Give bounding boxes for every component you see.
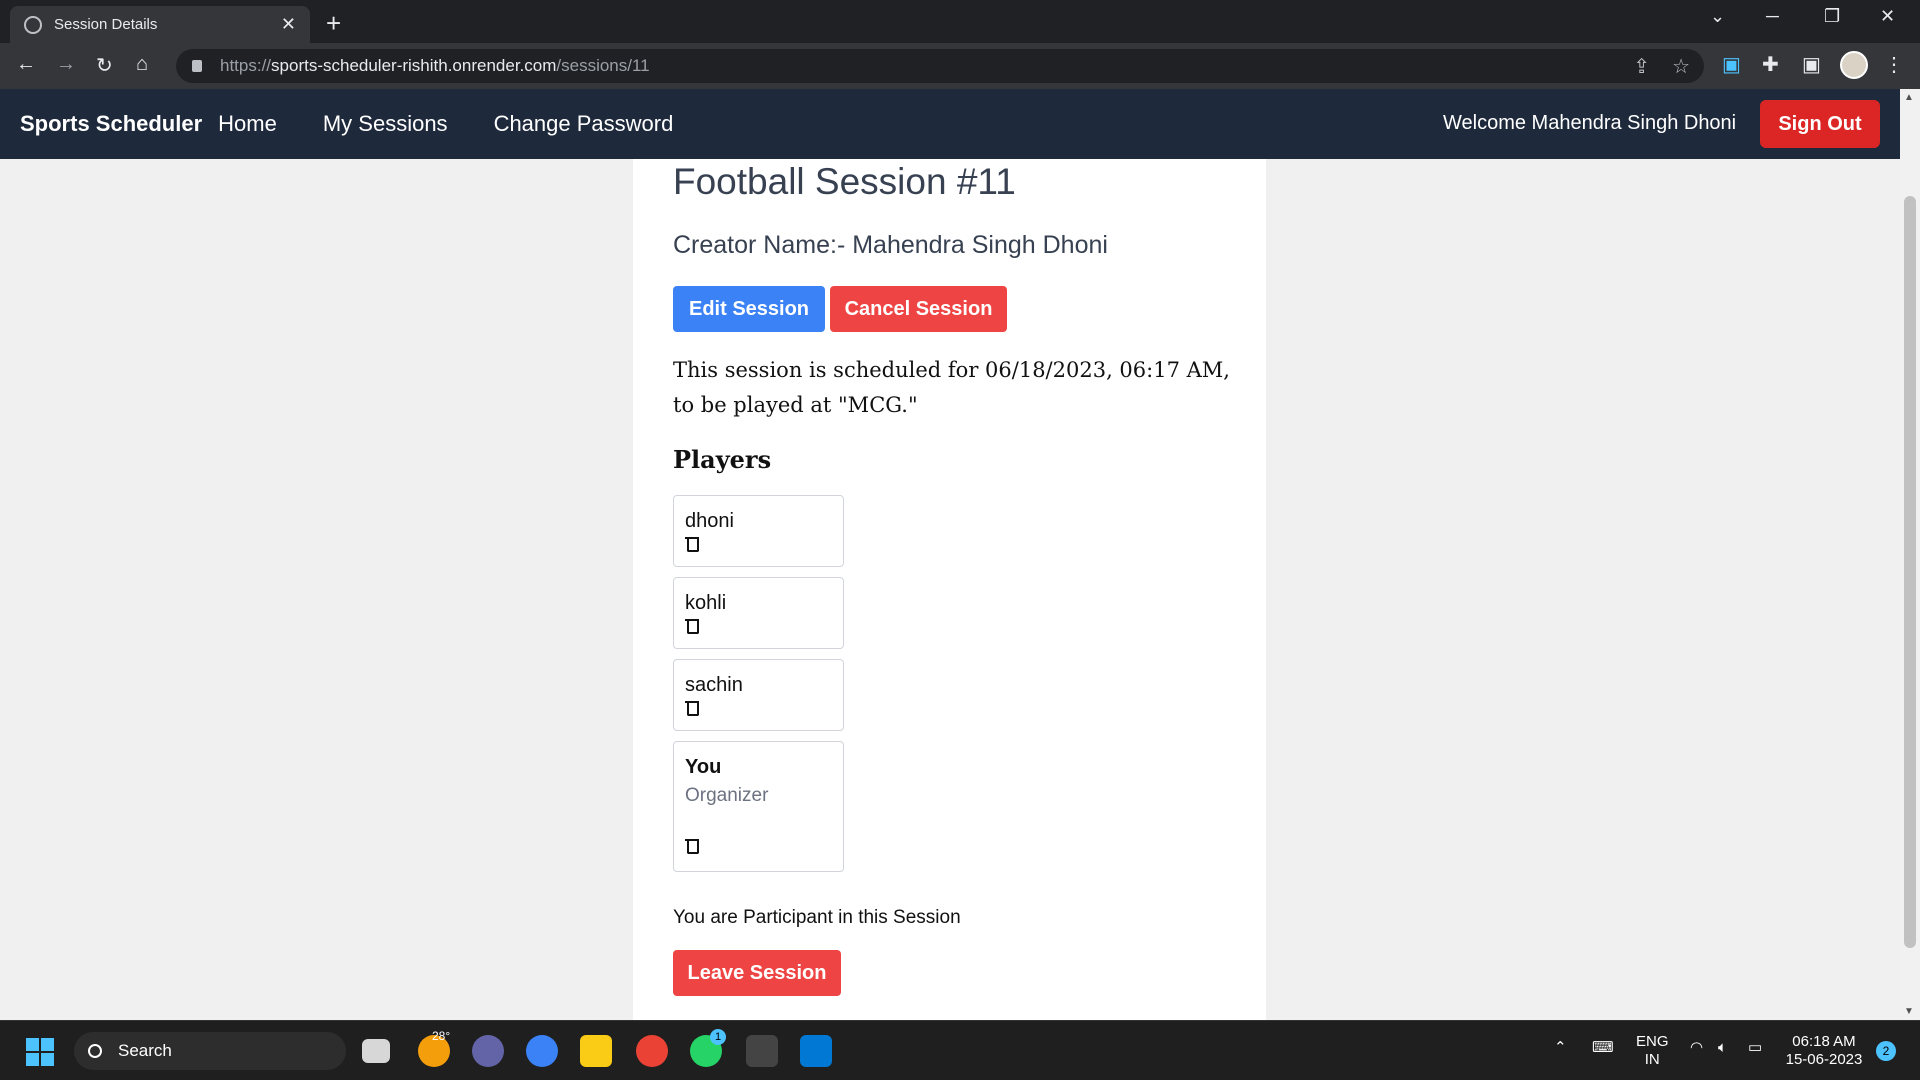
globe-icon bbox=[24, 15, 42, 34]
task-view-icon[interactable] bbox=[362, 1039, 390, 1063]
player-name: You bbox=[685, 756, 722, 778]
lock-icon[interactable] bbox=[192, 60, 202, 72]
url-text: https://sports-scheduler-rishith.onrende… bbox=[220, 56, 650, 75]
browser-menu-icon[interactable]: ⋮ bbox=[1884, 52, 1904, 77]
leave-session-button[interactable]: Leave Session bbox=[673, 950, 841, 996]
nav-my-sessions[interactable]: My Sessions bbox=[323, 111, 448, 137]
side-panel-icon[interactable]: ▣ bbox=[1802, 52, 1821, 77]
page-viewport: Sports Scheduler Home My Sessions Change… bbox=[0, 89, 1900, 1020]
wifi-icon[interactable]: ◠ bbox=[1690, 1039, 1703, 1057]
close-tab-icon[interactable]: ✕ bbox=[281, 14, 296, 35]
weather-temp: 28° bbox=[432, 1029, 451, 1043]
player-name: kohli bbox=[685, 592, 727, 614]
player-role: Organizer bbox=[685, 785, 769, 806]
players-heading: Players bbox=[673, 445, 772, 474]
trash-icon[interactable] bbox=[685, 535, 699, 552]
search-icon bbox=[88, 1044, 102, 1058]
notification-badge[interactable]: 2 bbox=[1876, 1041, 1896, 1061]
profile-avatar[interactable] bbox=[1840, 51, 1868, 79]
scrollbar-thumb[interactable] bbox=[1904, 196, 1916, 948]
nav-home[interactable]: Home bbox=[218, 111, 277, 137]
search-placeholder: Search bbox=[118, 1041, 172, 1060]
chrome-icon[interactable] bbox=[636, 1035, 668, 1067]
volume-icon[interactable]: 🔈︎ bbox=[1718, 1039, 1727, 1057]
trash-icon[interactable] bbox=[685, 699, 699, 716]
extensions-icon[interactable]: ✚ bbox=[1762, 52, 1779, 77]
trash-icon[interactable] bbox=[685, 837, 699, 854]
player-card: dhoni bbox=[673, 495, 844, 567]
player-card: sachin bbox=[673, 659, 844, 731]
player-name: sachin bbox=[685, 674, 743, 696]
creator-name: Creator Name:- Mahendra Singh Dhoni bbox=[673, 231, 1108, 259]
file-explorer-icon[interactable] bbox=[580, 1035, 612, 1067]
tray-overflow-icon[interactable]: ⌃ bbox=[1554, 1039, 1567, 1057]
window-close-icon[interactable]: ✕ bbox=[1880, 6, 1895, 27]
sign-out-button[interactable]: Sign Out bbox=[1760, 100, 1880, 148]
share-icon[interactable]: ⇪ bbox=[1633, 54, 1650, 79]
tab-title: Session Details bbox=[54, 16, 158, 33]
welcome-text: Welcome Mahendra Singh Dhoni bbox=[1443, 112, 1737, 134]
tab-search-icon[interactable]: ⌄ bbox=[1710, 6, 1725, 27]
browser-tab-strip: Session Details ✕ + ⌄ ─ ❐ ✕ bbox=[0, 0, 1920, 43]
language-indicator[interactable]: ENG IN bbox=[1636, 1033, 1669, 1069]
copilot-icon[interactable] bbox=[526, 1035, 558, 1067]
vscode-icon[interactable] bbox=[800, 1035, 832, 1067]
keyboard-icon[interactable]: ⌨ bbox=[1592, 1039, 1614, 1057]
browser-tab[interactable]: Session Details ✕ bbox=[10, 6, 310, 43]
minimize-icon[interactable]: ─ bbox=[1766, 6, 1779, 27]
cancel-session-button[interactable]: Cancel Session bbox=[830, 286, 1007, 332]
battery-icon[interactable]: ▭ bbox=[1748, 1039, 1762, 1057]
participant-status: You are Participant in this Session bbox=[673, 907, 961, 928]
screenshot-extension-icon[interactable]: ▣ bbox=[1722, 52, 1741, 77]
scroll-down-arrow-icon[interactable]: ▼ bbox=[1904, 1006, 1914, 1017]
back-icon[interactable]: ← bbox=[16, 53, 36, 76]
clock[interactable]: 06:18 AM 15-06-2023 bbox=[1784, 1033, 1864, 1069]
player-name: dhoni bbox=[685, 510, 734, 532]
teams-icon[interactable] bbox=[472, 1035, 504, 1067]
brand-logo[interactable]: Sports Scheduler bbox=[20, 111, 202, 137]
new-tab-button[interactable]: + bbox=[326, 8, 341, 39]
schedule-text: This session is scheduled for 06/18/2023… bbox=[673, 358, 1230, 417]
home-icon[interactable]: ⌂ bbox=[136, 53, 148, 76]
session-card: Football Session #11 Creator Name:- Mahe… bbox=[633, 159, 1266, 1020]
scroll-up-arrow-icon[interactable]: ▲ bbox=[1904, 92, 1914, 103]
bookmark-star-icon[interactable]: ☆ bbox=[1672, 54, 1690, 79]
terminal-icon[interactable] bbox=[746, 1035, 778, 1067]
page-title: Football Session #11 bbox=[673, 161, 1016, 202]
address-bar[interactable]: https://sports-scheduler-rishith.onrende… bbox=[176, 49, 1704, 83]
restore-icon[interactable]: ❐ bbox=[1824, 6, 1840, 27]
taskbar-search[interactable]: Search bbox=[74, 1032, 346, 1070]
app-navbar: Sports Scheduler Home My Sessions Change… bbox=[0, 89, 1900, 159]
nav-change-password[interactable]: Change Password bbox=[494, 111, 674, 137]
reload-icon[interactable]: ↻ bbox=[96, 53, 113, 78]
trash-icon[interactable] bbox=[685, 617, 699, 634]
player-card-organizer: You Organizer bbox=[673, 741, 844, 872]
whatsapp-badge: 1 bbox=[710, 1029, 726, 1045]
os-taskbar: Search 28° 1 ⌃ ⌨ ENG IN ◠ 🔈︎ ▭ 06:18 AM … bbox=[0, 1020, 1920, 1080]
browser-toolbar: ← → ↻ ⌂ https://sports-scheduler-rishith… bbox=[0, 43, 1920, 89]
edit-session-button[interactable]: Edit Session bbox=[673, 286, 825, 332]
player-card: kohli bbox=[673, 577, 844, 649]
windows-start-icon[interactable] bbox=[26, 1038, 54, 1066]
forward-icon[interactable]: → bbox=[56, 53, 76, 76]
